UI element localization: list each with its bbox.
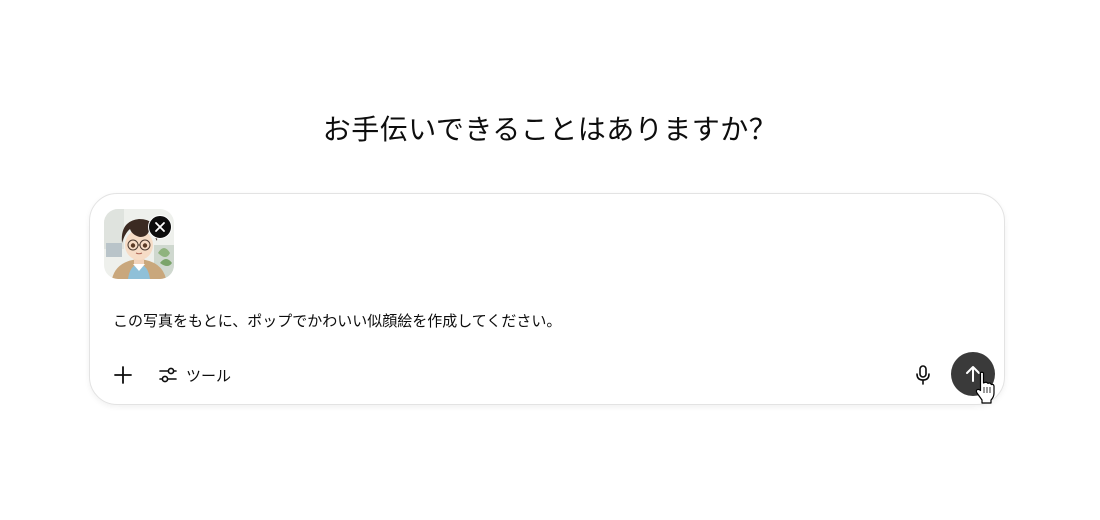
arrow-up-icon (966, 366, 980, 382)
microphone-icon (916, 365, 930, 385)
prompt-input[interactable]: この写真をもとに、ポップでかわいい似顔絵を作成してください。 (113, 309, 561, 333)
voice-input-button[interactable] (908, 360, 938, 390)
remove-attachment-button[interactable] (148, 215, 172, 239)
plus-icon (114, 366, 132, 384)
page: お手伝いできることはありますか？ この写真をもとに、ポップでかわいい似顔絵を作成… (0, 0, 1100, 520)
sliders-icon (159, 367, 177, 383)
add-button[interactable] (108, 360, 138, 390)
composer: この写真をもとに、ポップでかわいい似顔絵を作成してください。 ツール (89, 193, 1005, 405)
image-attachment[interactable] (104, 209, 174, 279)
tools-label: ツール (186, 367, 232, 385)
send-button[interactable] (951, 352, 995, 396)
page-title: お手伝いできることはありますか？ (322, 113, 778, 146)
tools-button[interactable]: ツール (152, 360, 237, 390)
close-icon (155, 222, 165, 232)
